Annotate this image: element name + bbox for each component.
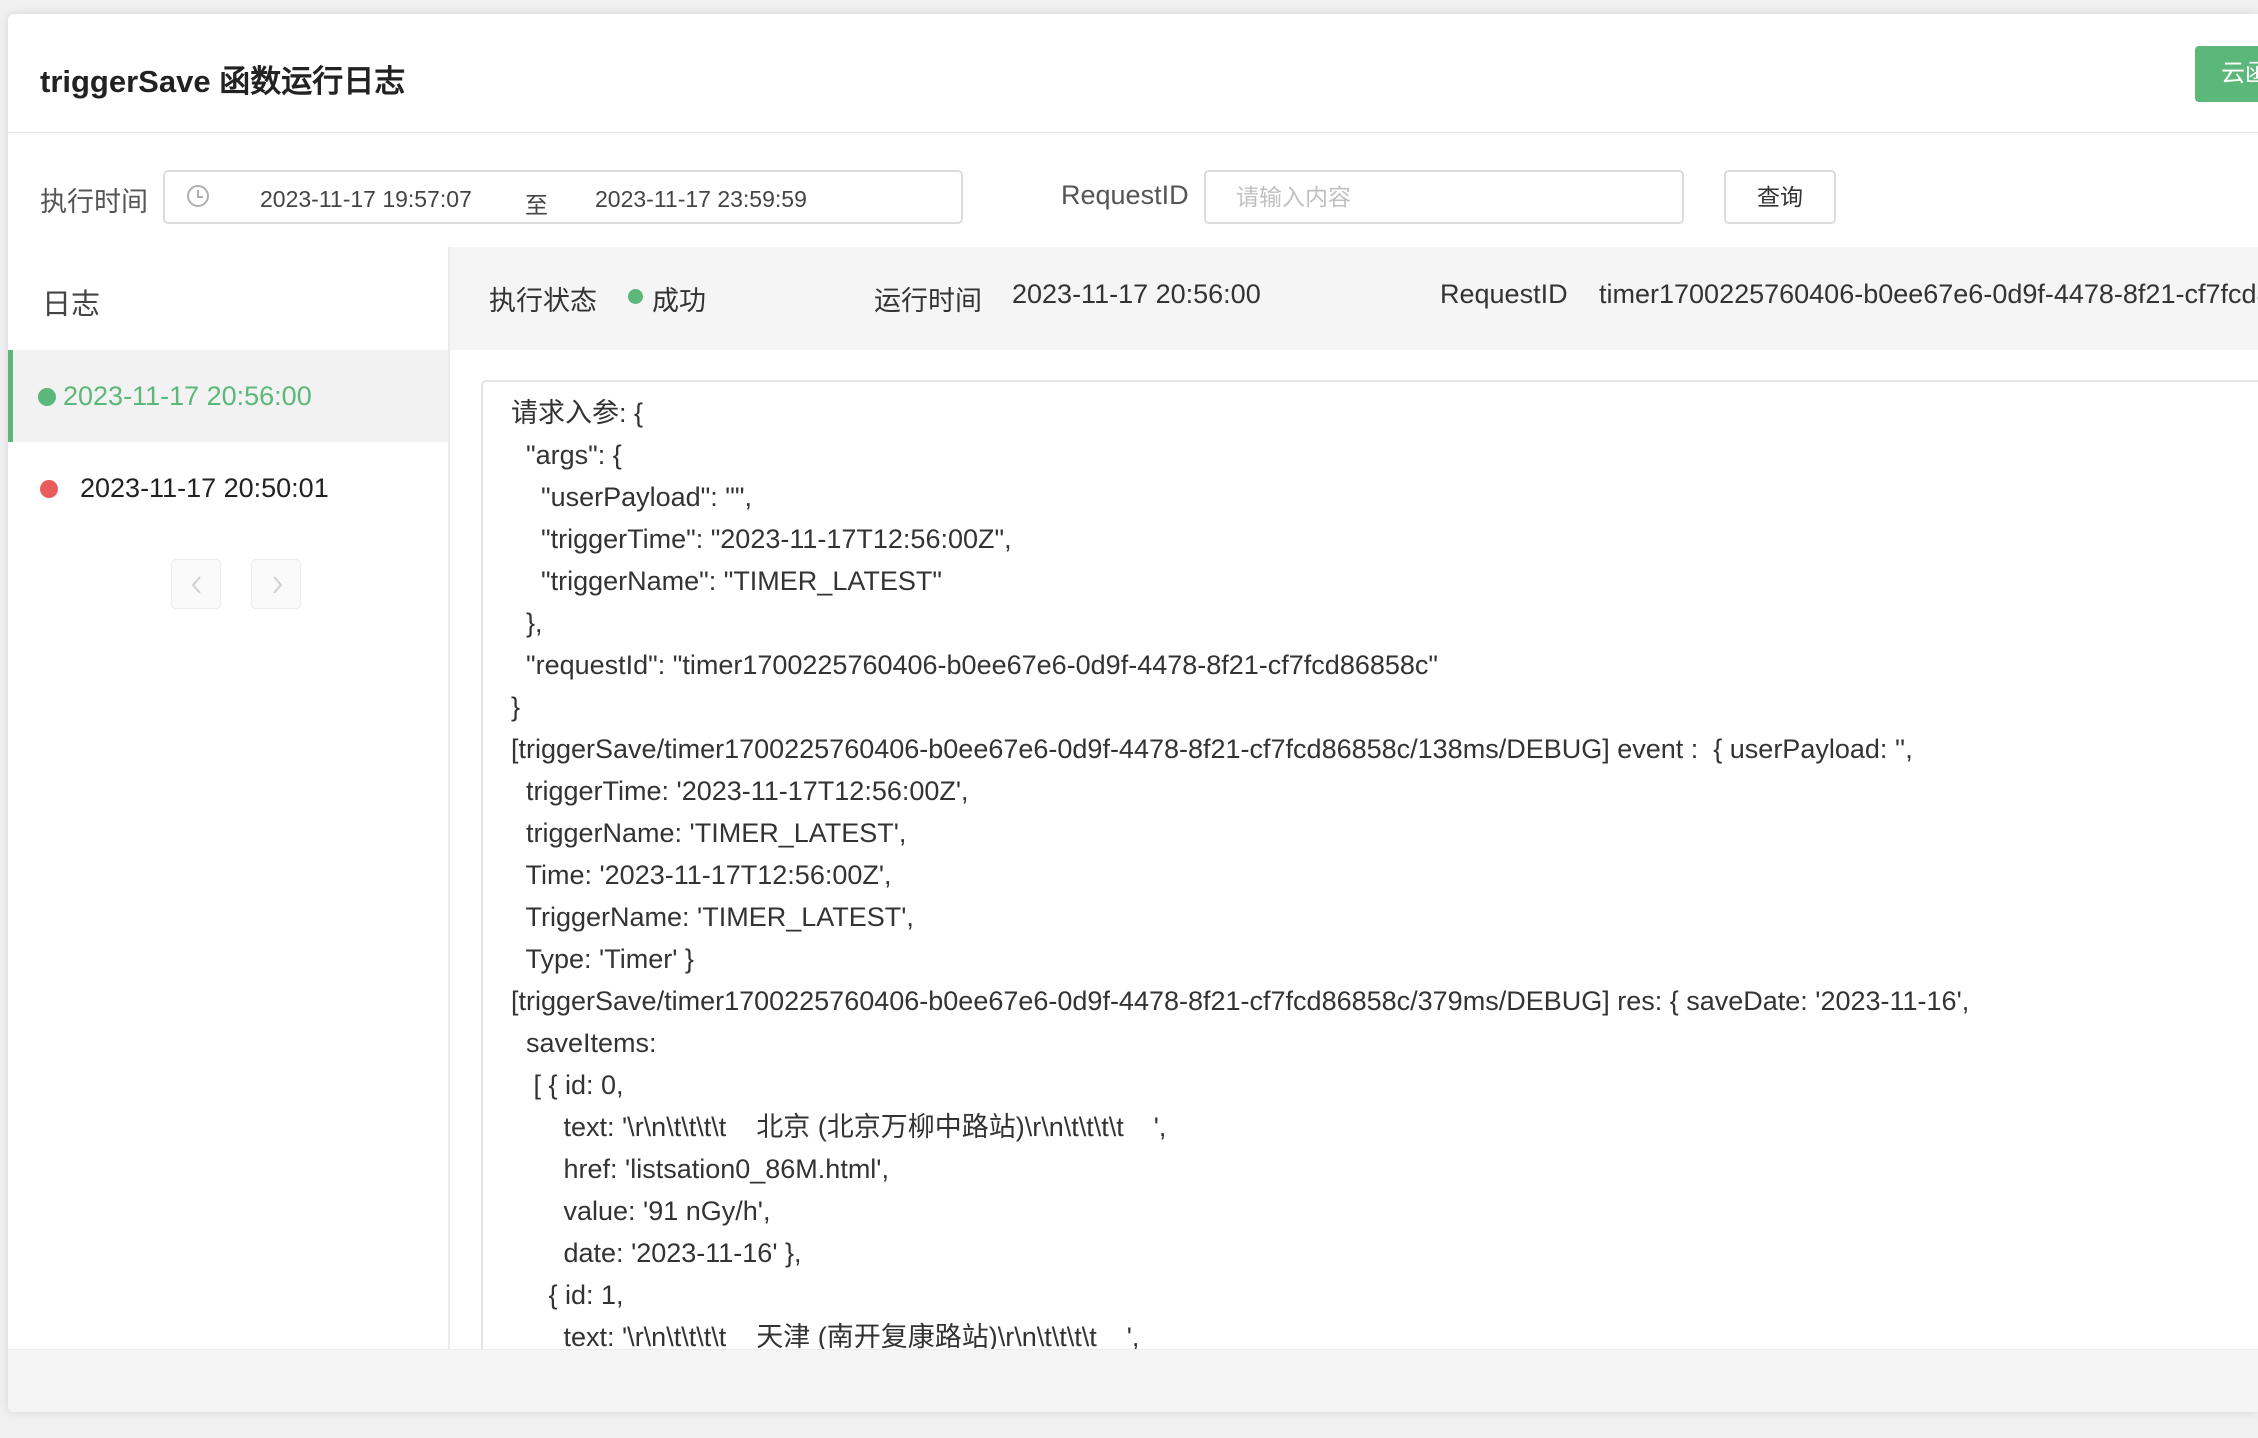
log-list-item[interactable]: 2023-11-17 20:50:01: [8, 442, 448, 534]
log-line: href: 'listsation0_86M.html',: [511, 1154, 889, 1184]
log-line: "userPayload": "",: [511, 482, 752, 512]
range-start-input[interactable]: 2023-11-17 19:57:07: [260, 186, 472, 213]
log-line: saveItems:: [511, 1028, 657, 1058]
log-line: { id: 1,: [511, 1280, 624, 1310]
log-line: TriggerName: 'TIMER_LATEST',: [511, 902, 914, 932]
success-status-dot: [38, 388, 56, 406]
range-end-input[interactable]: 2023-11-17 23:59:59: [595, 186, 807, 213]
log-line: },: [511, 608, 543, 638]
log-line: }: [511, 692, 521, 722]
filter-bar: 执行时间 2023-11-17 19:57:07 至 2023-11-17 23…: [8, 132, 2258, 248]
request-id-label: RequestID: [1061, 180, 1189, 210]
log-detail: 执行状态 成功 运行时间 2023-11-17 20:56:00 Request…: [450, 247, 2258, 1412]
log-line: [triggerSave/timer1700225760406-b0ee67e6…: [511, 986, 1970, 1016]
log-line: "requestId": "timer1700225760406-b0ee67e…: [511, 650, 1438, 680]
log-line: date: '2023-11-16' },: [511, 1238, 802, 1268]
prev-page-button[interactable]: [171, 559, 221, 609]
cloud-function-button[interactable]: 云函: [2195, 46, 2258, 102]
request-id-value: timer1700225760406-b0ee67e6-0d9f-4478-8f…: [1599, 279, 2258, 309]
clock-icon: [187, 185, 209, 207]
run-time-label: 运行时间: [874, 286, 982, 316]
log-line: triggerName: 'TIMER_LATEST',: [511, 818, 907, 848]
log-line: "triggerTime": "2023-11-17T12:56:00Z",: [511, 524, 1012, 554]
sidebar-title: 日志: [42, 289, 101, 321]
log-line: "triggerName": "TIMER_LATEST": [511, 566, 942, 596]
panel-footer: [8, 1349, 2258, 1412]
chevron-right-icon: [273, 576, 283, 594]
page-title: triggerSave 函数运行日志: [40, 64, 406, 99]
log-line: 请求入参: {: [511, 398, 644, 428]
run-time-value: 2023-11-17 20:56:00: [1012, 279, 1261, 309]
log-content: 请求入参: { "args": { "userPayload": "", "tr…: [511, 392, 1969, 1358]
log-line: [ { id: 0,: [511, 1070, 624, 1100]
request-id-label: RequestID: [1440, 279, 1568, 309]
time-range-label: 执行时间: [40, 187, 148, 217]
log-line: value: '91 nGy/h',: [511, 1196, 771, 1226]
log-line: text: '\r\n\t\t\t\t 北京 (北京万柳中路站)\r\n\t\t…: [511, 1112, 1167, 1142]
detail-summary-bar: 执行状态 成功 运行时间 2023-11-17 20:56:00 Request…: [450, 247, 2258, 350]
log-list-item[interactable]: 2023-11-17 20:56:00: [8, 350, 448, 442]
log-line: Time: '2023-11-17T12:56:00Z',: [511, 860, 892, 890]
log-line: Type: 'Timer' }: [511, 944, 694, 974]
panel-header: triggerSave 函数运行日志 云函: [8, 14, 2258, 133]
log-content-box[interactable]: 请求入参: { "args": { "userPayload": "", "tr…: [481, 380, 2258, 1412]
range-separator: 至: [525, 192, 548, 218]
log-sidebar: 日志 2023-11-17 20:56:00 2023-11-17 20:50:…: [8, 247, 450, 1412]
error-status-dot: [40, 480, 58, 498]
log-item-time: 2023-11-17 20:50:01: [80, 473, 329, 503]
log-item-time: 2023-11-17 20:56:00: [63, 381, 312, 411]
success-status-dot: [628, 289, 643, 304]
request-id-input[interactable]: [1204, 170, 1684, 224]
log-panel: triggerSave 函数运行日志 云函 执行时间 2023-11-17 19…: [8, 14, 2258, 1412]
exec-status-label: 执行状态: [489, 286, 597, 316]
chevron-left-icon: [191, 576, 201, 594]
log-line: triggerTime: '2023-11-17T12:56:00Z',: [511, 776, 969, 806]
log-line: "args": {: [511, 440, 622, 470]
next-page-button[interactable]: [251, 559, 301, 609]
query-button[interactable]: 查询: [1724, 170, 1836, 224]
exec-status-value: 成功: [652, 286, 706, 316]
time-range-picker[interactable]: 2023-11-17 19:57:07 至 2023-11-17 23:59:5…: [163, 170, 963, 224]
log-line: [triggerSave/timer1700225760406-b0ee67e6…: [511, 734, 1913, 764]
